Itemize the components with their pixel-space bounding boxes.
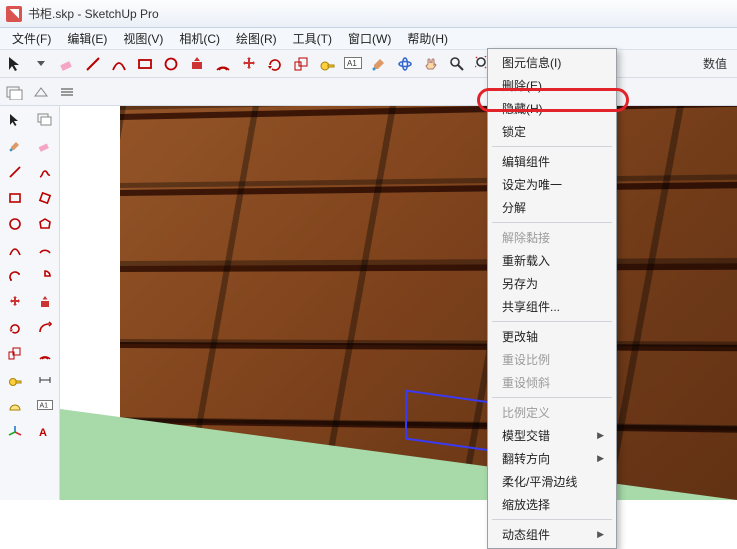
menu-camera[interactable]: 相机(C) [171, 28, 228, 49]
left-toolbox: A1 A [0, 106, 60, 500]
context-share[interactable]: 共享组件... [488, 295, 616, 318]
tape-icon[interactable] [2, 369, 28, 391]
menubar: 文件(F) 编辑(E) 视图(V) 相机(C) 绘图(R) 工具(T) 窗口(W… [0, 28, 737, 50]
move-icon[interactable] [2, 291, 28, 313]
app-icon [6, 6, 22, 22]
context-reset-scale: 重设比例 [488, 348, 616, 371]
zoom-tool-icon[interactable] [446, 53, 468, 75]
context-zoom-selection[interactable]: 缩放选择 [488, 493, 616, 516]
two-point-arc-icon[interactable] [32, 239, 58, 261]
dropdown-icon[interactable] [30, 53, 52, 75]
tape-tool-icon[interactable] [316, 53, 338, 75]
context-scale-def: 比例定义 [488, 401, 616, 424]
workspace: A1 A [0, 106, 737, 500]
context-change-axes[interactable]: 更改轴 [488, 325, 616, 348]
context-make-unique[interactable]: 设定为唯一 [488, 173, 616, 196]
second-toolbar [0, 78, 737, 106]
context-explode[interactable]: 分解 [488, 196, 616, 219]
context-reset-skew: 重设倾斜 [488, 371, 616, 394]
circle-tool-icon[interactable] [160, 53, 182, 75]
rotate-tool-icon[interactable] [264, 53, 286, 75]
svg-text:A1: A1 [40, 403, 49, 410]
offset-tool-icon[interactable] [212, 53, 234, 75]
menu-view[interactable]: 视图(V) [115, 28, 171, 49]
menu-edit[interactable]: 编辑(E) [59, 28, 115, 49]
rotate-icon[interactable] [2, 317, 28, 339]
move-tool-icon[interactable] [238, 53, 260, 75]
menu-window[interactable]: 窗口(W) [340, 28, 399, 49]
protractor-icon[interactable] [2, 395, 28, 417]
wireframe-icon[interactable] [30, 81, 52, 103]
line-icon[interactable] [82, 53, 104, 75]
context-menu: 图元信息(I) 删除(E) 隐藏(H) 锁定 编辑组件 设定为唯一 分解 解除黏… [487, 48, 617, 549]
three-point-arc-icon[interactable] [2, 265, 28, 287]
context-hide[interactable]: 隐藏(H) [488, 97, 616, 120]
arc-icon[interactable] [2, 239, 28, 261]
menu-help[interactable]: 帮助(H) [399, 28, 456, 49]
axes-icon[interactable] [2, 421, 28, 443]
context-unglue: 解除黏接 [488, 226, 616, 249]
submenu-arrow-icon: ▶ [597, 529, 604, 540]
context-intersect[interactable]: 模型交错▶ [488, 424, 616, 447]
arc-tool-icon[interactable] [108, 53, 130, 75]
offset-icon[interactable] [32, 343, 58, 365]
followme-icon[interactable] [32, 317, 58, 339]
3dtext-icon[interactable]: A [32, 421, 58, 443]
rectangle-icon[interactable] [2, 187, 28, 209]
polygon-icon[interactable] [32, 213, 58, 235]
svg-text:A: A [39, 427, 47, 439]
menu-tools[interactable]: 工具(T) [285, 28, 340, 49]
context-model-info[interactable]: 图元信息(I) [488, 51, 616, 74]
pushpull-tool-icon[interactable] [186, 53, 208, 75]
eraser-icon[interactable] [32, 135, 58, 157]
context-edit-component[interactable]: 编辑组件 [488, 150, 616, 173]
titlebar: 书柜.skp - SketchUp Pro [0, 0, 737, 28]
pushpull-icon[interactable] [32, 291, 58, 313]
text-tool-icon[interactable]: A1 [342, 53, 364, 75]
menu-file[interactable]: 文件(F) [4, 28, 59, 49]
context-reload[interactable]: 重新载入 [488, 249, 616, 272]
dimension-icon[interactable] [32, 369, 58, 391]
orbit-tool-icon[interactable] [394, 53, 416, 75]
scale-tool-icon[interactable] [290, 53, 312, 75]
pie-icon[interactable] [32, 265, 58, 287]
menu-draw[interactable]: 绘图(R) [228, 28, 285, 49]
freehand-icon[interactable] [32, 161, 58, 183]
rectangle-tool-icon[interactable] [134, 53, 156, 75]
line-icon[interactable] [2, 161, 28, 183]
paint-bucket-icon[interactable] [2, 135, 28, 157]
viewport[interactable] [60, 106, 737, 500]
paint-tool-icon[interactable] [368, 53, 390, 75]
measurement-label: 数值 [703, 55, 733, 72]
window-title: 书柜.skp - SketchUp Pro [28, 5, 159, 22]
text-label-icon[interactable]: A1 [32, 395, 58, 417]
scale-icon[interactable] [2, 343, 28, 365]
context-soften[interactable]: 柔化/平滑边线 [488, 470, 616, 493]
context-saveas[interactable]: 另存为 [488, 272, 616, 295]
select-tool-icon[interactable] [4, 53, 26, 75]
svg-text:A1: A1 [347, 59, 357, 68]
pan-tool-icon[interactable] [420, 53, 442, 75]
shaded-icon[interactable] [56, 81, 78, 103]
context-dynamic[interactable]: 动态组件▶ [488, 523, 616, 546]
context-delete[interactable]: 删除(E) [488, 74, 616, 97]
submenu-arrow-icon: ▶ [597, 430, 604, 441]
submenu-arrow-icon: ▶ [597, 453, 604, 464]
make-component-icon[interactable] [32, 109, 58, 131]
circle-icon[interactable] [2, 213, 28, 235]
component-maker-icon[interactable] [4, 81, 26, 103]
context-lock[interactable]: 锁定 [488, 120, 616, 143]
main-toolbar: A1 数值 [0, 50, 737, 78]
rotated-rect-icon[interactable] [32, 187, 58, 209]
select-icon[interactable] [2, 109, 28, 131]
eraser-icon[interactable] [56, 53, 78, 75]
context-flip[interactable]: 翻转方向▶ [488, 447, 616, 470]
